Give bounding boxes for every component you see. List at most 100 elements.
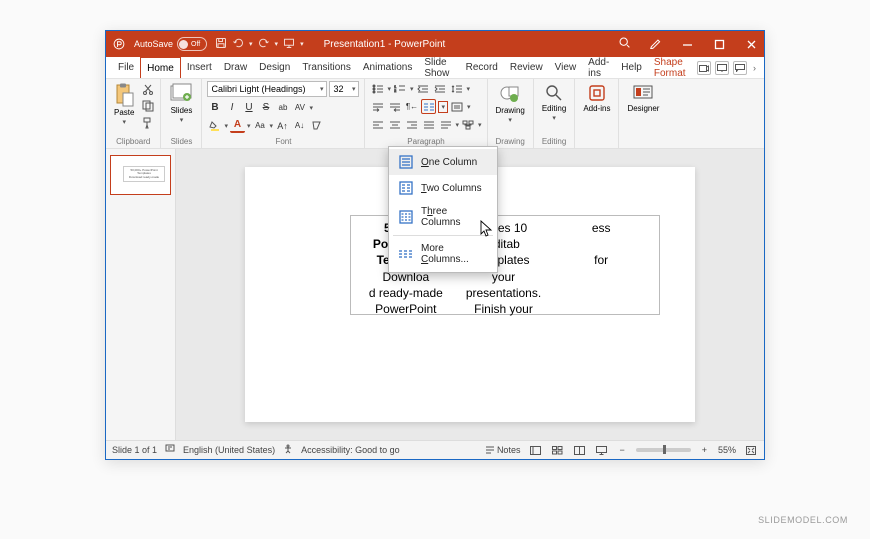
menu-two-columns[interactable]: Two Columns (389, 175, 497, 201)
smartart-button[interactable] (461, 117, 476, 132)
tab-view[interactable]: View (549, 57, 583, 78)
text-direction-button[interactable]: ¶← (404, 99, 419, 114)
zoom-in-icon[interactable]: + (699, 445, 710, 455)
line-spacing-button[interactable] (450, 81, 465, 96)
group-drawing: Drawing▾ Drawing (488, 79, 534, 148)
cut-icon[interactable] (140, 81, 155, 96)
camera-icon[interactable] (697, 61, 711, 75)
chevron-down-icon: ▾ (309, 104, 313, 112)
grow-font-button[interactable]: A↑ (275, 118, 290, 133)
save-icon[interactable] (215, 37, 227, 52)
tab-animations[interactable]: Animations (357, 57, 418, 78)
notes-button[interactable]: Notes (485, 445, 521, 455)
bullets-button[interactable] (370, 81, 385, 96)
spacing-button[interactable]: AV (292, 100, 307, 115)
qat-customize-icon[interactable]: ▾ (300, 40, 304, 48)
align-center-button[interactable] (387, 117, 402, 132)
columns-button[interactable] (421, 99, 436, 114)
collapse-ribbon-icon[interactable]: › (751, 63, 758, 73)
group-paragraph: ▾ 12▾ ▾ ¶← ▾ ▾ ▾ (365, 79, 487, 148)
redo-icon[interactable] (258, 37, 270, 52)
slide-thumbnail[interactable]: 50,000+ PowerPoint TemplatesDownload rea… (110, 155, 171, 195)
tab-addins[interactable]: Add-ins (582, 57, 615, 78)
font-size-combo[interactable]: 32▾ (329, 81, 359, 97)
group-font: Calibri Light (Headings)▾ 32▾ B I U S ab… (202, 79, 365, 148)
font-color-button[interactable]: A (230, 118, 245, 133)
shadow-button[interactable]: ab (275, 100, 290, 115)
align-text-button[interactable] (450, 99, 465, 114)
toggle-switch[interactable]: Off (177, 37, 207, 51)
align-right-button[interactable] (404, 117, 419, 132)
strike-button[interactable]: S (258, 100, 273, 115)
maximize-button[interactable] (712, 37, 726, 51)
addins-button[interactable]: Add-ins (580, 81, 613, 115)
menu-more-columns[interactable]: More Columns... (389, 238, 497, 270)
columns-dropdown: OOne Columnne Column Two Columns Three C… (388, 146, 498, 273)
zoom-level[interactable]: 55% (718, 445, 736, 455)
quick-access-toolbar: ▾ ▾ ▾ (215, 37, 304, 52)
underline-button[interactable]: U (241, 100, 256, 115)
autosave-toggle[interactable]: AutoSave Off (134, 37, 207, 51)
format-painter-icon[interactable] (140, 115, 155, 130)
editing-button[interactable]: Editing▾ (539, 81, 569, 124)
zoom-slider[interactable] (636, 448, 691, 452)
undo-dropdown-icon[interactable]: ▾ (249, 40, 253, 48)
slideshow-icon[interactable] (283, 37, 295, 52)
bold-button[interactable]: B (207, 100, 222, 115)
rtl-button[interactable] (387, 99, 402, 114)
font-family-combo[interactable]: Calibri Light (Headings)▾ (207, 81, 327, 97)
ltr-button[interactable] (370, 99, 385, 114)
change-case-button[interactable]: Aa (253, 118, 268, 133)
zoom-out-icon[interactable]: − (616, 445, 627, 455)
brand-watermark: SLIDEMODEL.COM (758, 515, 848, 525)
menu-one-column[interactable]: OOne Columnne Column (389, 149, 497, 175)
language-icon (165, 444, 175, 456)
reading-view-icon[interactable] (572, 444, 586, 456)
document-title: Presentation1 - PowerPoint (324, 39, 446, 50)
tab-draw[interactable]: Draw (218, 57, 253, 78)
minimize-button[interactable] (680, 37, 694, 51)
align-left-button[interactable] (370, 117, 385, 132)
chevron-down-icon: ▾ (122, 118, 126, 126)
accessibility-status[interactable]: Accessibility: Good to go (301, 445, 400, 455)
cursor-icon (480, 220, 494, 238)
tab-help[interactable]: Help (615, 57, 648, 78)
normal-view-icon[interactable] (528, 444, 542, 456)
close-button[interactable] (744, 37, 758, 51)
tab-insert[interactable]: Insert (181, 57, 218, 78)
present-icon[interactable] (715, 61, 729, 75)
tab-file[interactable]: File (112, 57, 140, 78)
undo-icon[interactable] (232, 37, 244, 52)
numbering-button[interactable]: 12 (393, 81, 408, 96)
search-icon[interactable] (618, 36, 631, 52)
decrease-indent-button[interactable] (416, 81, 431, 96)
distribute-button[interactable] (438, 117, 453, 132)
justify-button[interactable] (421, 117, 436, 132)
language-status[interactable]: English (United States) (183, 445, 275, 455)
comments-icon[interactable] (733, 61, 747, 75)
sorter-view-icon[interactable] (550, 444, 564, 456)
accessibility-icon (283, 444, 293, 456)
tab-transitions[interactable]: Transitions (296, 57, 357, 78)
tab-slideshow[interactable]: Slide Show (418, 57, 459, 78)
drawing-button[interactable]: Drawing▾ (493, 81, 528, 126)
highlight-button[interactable] (207, 118, 222, 133)
increase-indent-button[interactable] (433, 81, 448, 96)
slideshow-view-icon[interactable] (594, 444, 608, 456)
slides-button[interactable]: Slides ▾ (166, 81, 196, 126)
redo-dropdown-icon[interactable]: ▾ (275, 40, 279, 48)
slide-counter[interactable]: Slide 1 of 1 (112, 445, 157, 455)
italic-button[interactable]: I (224, 100, 239, 115)
tab-home[interactable]: Home (140, 57, 181, 78)
shrink-font-button[interactable]: A↓ (292, 118, 307, 133)
tab-review[interactable]: Review (504, 57, 549, 78)
tab-record[interactable]: Record (460, 57, 504, 78)
fit-window-icon[interactable] (744, 444, 758, 456)
tab-design[interactable]: Design (253, 57, 296, 78)
tab-shape-format[interactable]: Shape Format (648, 57, 697, 78)
designer-button[interactable]: Designer (624, 81, 662, 115)
clear-format-button[interactable] (309, 118, 324, 133)
pen-icon[interactable] (649, 36, 662, 52)
paste-button[interactable]: Paste ▾ (111, 81, 137, 128)
copy-icon[interactable] (140, 98, 155, 113)
